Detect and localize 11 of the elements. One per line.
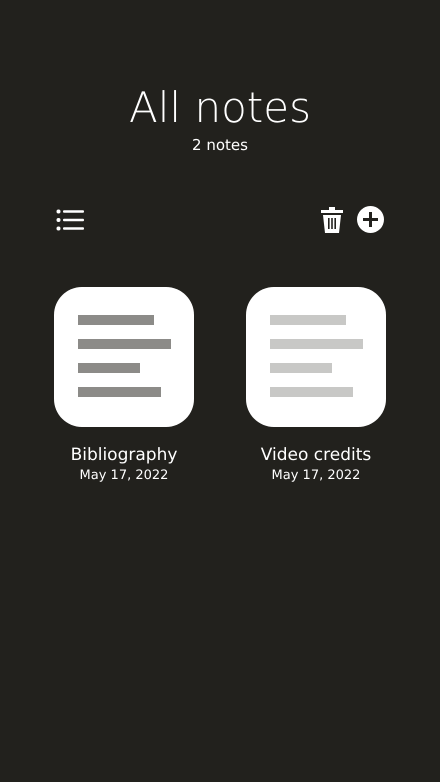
note-date: May 17, 2022 [272, 468, 360, 483]
page-title: All notes [129, 82, 311, 134]
note-thumbnail[interactable] [246, 287, 386, 427]
note-title: Video credits [260, 445, 372, 465]
note-count: 2 notes [192, 136, 248, 154]
note-date: May 17, 2022 [80, 468, 168, 483]
trash-icon[interactable] [321, 206, 343, 232]
add-icon[interactable] [357, 206, 384, 233]
list-icon[interactable] [56, 208, 84, 230]
note-title: Bibliography [70, 445, 178, 465]
note-thumbnail[interactable] [54, 287, 194, 427]
